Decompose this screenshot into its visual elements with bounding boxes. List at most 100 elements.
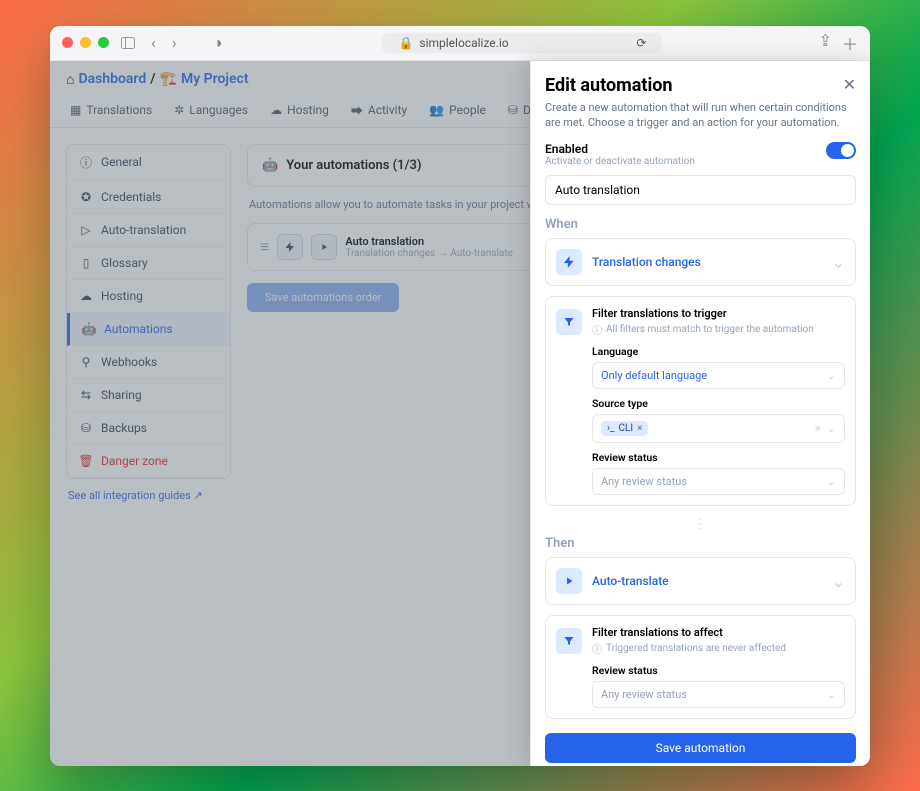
automation-info: Auto translation Translation changes → A…	[345, 235, 513, 259]
minimize-window-icon[interactable]	[80, 37, 91, 48]
settings-sidebar-wrap: ⓘGeneral ✪Credentials ▷Auto-translation …	[66, 144, 231, 502]
source-type-select[interactable]: ›_CLI× ×⌄	[592, 414, 845, 443]
breadcrumb-home[interactable]: Dashboard	[78, 71, 146, 87]
language-label: Language	[592, 345, 845, 358]
sidebar-item-hosting[interactable]: ☁Hosting	[67, 280, 230, 313]
translations-icon: ▦	[70, 103, 81, 117]
settings-sidebar: ⓘGeneral ✪Credentials ▷Auto-translation …	[66, 144, 231, 479]
filter-affect-hint: ⓘTriggered translations are never affect…	[592, 641, 786, 656]
breadcrumb-project[interactable]: My Project	[181, 71, 249, 87]
terminal-icon: ›_	[607, 423, 615, 434]
webhook-icon: ⚲	[79, 355, 93, 369]
sidebar-item-automations[interactable]: 🤖Automations	[67, 313, 230, 346]
clear-icon[interactable]: ×	[815, 422, 821, 435]
sidebar-item-sharing[interactable]: ⇆Sharing	[67, 379, 230, 412]
activity-icon: ⮕	[351, 102, 363, 119]
forward-icon[interactable]: ›	[168, 31, 181, 54]
integration-guides-link[interactable]: See all integration guides ↗	[66, 479, 231, 502]
chevron-down-icon: ⌄	[827, 475, 836, 488]
url-text: simplelocalize.io	[419, 36, 508, 50]
address-bar[interactable]: 🔒 simplelocalize.io ⟳	[382, 33, 662, 53]
action-name: Auto-translate	[592, 574, 669, 588]
play-icon	[556, 568, 582, 594]
chevron-down-icon: ⌄	[832, 572, 845, 591]
chevron-down-icon: ⌄	[827, 369, 836, 382]
sidebar-item-autotranslation[interactable]: ▷Auto-translation	[67, 214, 230, 247]
titlebar: ‹ › ◑ 🔒 simplelocalize.io ⟳ ⇪ ＋	[50, 26, 870, 61]
review-status-select-2[interactable]: Any review status⌄	[592, 681, 845, 708]
drawer-title: Edit automation	[545, 75, 856, 96]
play-icon: ▷	[79, 223, 93, 237]
automation-title: Auto translation	[345, 235, 513, 248]
separator-dots: ⋮	[545, 516, 856, 532]
maximize-window-icon[interactable]	[98, 37, 109, 48]
drawer-helper: Create a new automation that will run wh…	[545, 100, 856, 131]
share-icon[interactable]: ⇪	[819, 31, 832, 55]
sidebar-toggle-icon[interactable]	[117, 35, 139, 51]
save-order-button[interactable]: Save automations order	[247, 283, 399, 312]
automation-subtitle: Translation changes → Auto-translate	[345, 248, 513, 259]
action-card: Auto-translate ⌄	[545, 557, 856, 605]
tab-activity[interactable]: ⮕Activity	[341, 94, 417, 127]
action-row[interactable]: Auto-translate ⌄	[556, 568, 845, 594]
filter-trigger-title: Filter translations to trigger	[592, 307, 814, 320]
cli-chip[interactable]: ›_CLI×	[601, 421, 648, 436]
remove-chip-icon[interactable]: ×	[637, 423, 642, 434]
enabled-sublabel: Activate or deactivate automation	[545, 156, 695, 167]
sidebar-item-danger[interactable]: 🗑Danger zone	[67, 445, 230, 478]
edit-automation-drawer: Edit automation ✕ Create a new automatio…	[530, 61, 870, 766]
robot-icon: 🤖	[262, 158, 278, 173]
tab-translations[interactable]: ▦Translations	[60, 94, 162, 127]
source-type-label: Source type	[592, 397, 845, 410]
hosting-icon: ☁	[270, 103, 282, 117]
drag-handle-icon[interactable]: ≡	[260, 237, 269, 257]
automation-name-input[interactable]	[545, 175, 856, 205]
save-automation-button[interactable]: Save automation	[545, 733, 856, 763]
close-icon[interactable]: ✕	[843, 75, 856, 94]
browser-window: ‹ › ◑ 🔒 simplelocalize.io ⟳ ⇪ ＋ ⌂ Dashbo…	[50, 26, 870, 766]
shield-icon[interactable]: ◑	[209, 31, 227, 55]
sidebar-item-backups[interactable]: ⛁Backups	[67, 412, 230, 445]
people-icon: 👥	[429, 103, 444, 117]
enabled-row: Enabled Activate or deactivate automatio…	[545, 142, 856, 167]
filter-affect-title: Filter translations to affect	[592, 626, 786, 639]
filter-affect-card: Filter translations to affect ⓘTriggered…	[545, 615, 856, 719]
project-icon: 🏗️	[160, 71, 177, 87]
trigger-card: Translation changes ⌄	[545, 238, 856, 286]
filter-icon	[556, 628, 582, 654]
tab-hosting[interactable]: ☁Hosting	[260, 94, 339, 127]
trigger-badge	[277, 234, 303, 260]
sidebar-item-glossary[interactable]: ▯Glossary	[67, 247, 230, 280]
sidebar-item-webhooks[interactable]: ⚲Webhooks	[67, 346, 230, 379]
enabled-label: Enabled	[545, 142, 695, 156]
enabled-toggle[interactable]	[826, 142, 856, 159]
home-icon: ⌂	[66, 71, 74, 88]
when-label: When	[545, 217, 856, 232]
book-icon: ▯	[79, 256, 93, 270]
data-icon: ⛁	[508, 103, 518, 117]
address-bar-wrap: 🔒 simplelocalize.io ⟳	[234, 33, 810, 53]
review-status-label: Review status	[592, 451, 845, 464]
tab-languages[interactable]: ✲Languages	[164, 94, 258, 127]
tab-people[interactable]: 👥People	[419, 94, 496, 127]
sidebar-item-credentials[interactable]: ✪Credentials	[67, 181, 230, 214]
close-window-icon[interactable]	[62, 37, 73, 48]
info-icon: ⓘ	[592, 322, 602, 337]
traffic-lights	[62, 37, 109, 48]
reload-icon[interactable]: ⟳	[636, 36, 646, 50]
review-status-label-2: Review status	[592, 664, 845, 677]
then-label: Then	[545, 536, 856, 551]
review-status-select[interactable]: Any review status⌄	[592, 468, 845, 495]
language-select[interactable]: Only default language⌄	[592, 362, 845, 389]
info-icon: ⓘ	[79, 154, 93, 171]
back-icon[interactable]: ‹	[147, 31, 160, 54]
info-icon: ⓘ	[592, 641, 602, 656]
sidebar-item-general[interactable]: ⓘGeneral	[67, 145, 230, 181]
action-badge	[311, 234, 337, 260]
languages-icon: ✲	[174, 103, 184, 117]
trigger-row[interactable]: Translation changes ⌄	[556, 249, 845, 275]
filter-trigger-card: Filter translations to trigger ⓘAll filt…	[545, 296, 856, 506]
new-tab-icon[interactable]: ＋	[842, 31, 858, 55]
chevron-down-icon: ⌄	[827, 688, 836, 701]
database-icon: ⛁	[79, 421, 93, 435]
